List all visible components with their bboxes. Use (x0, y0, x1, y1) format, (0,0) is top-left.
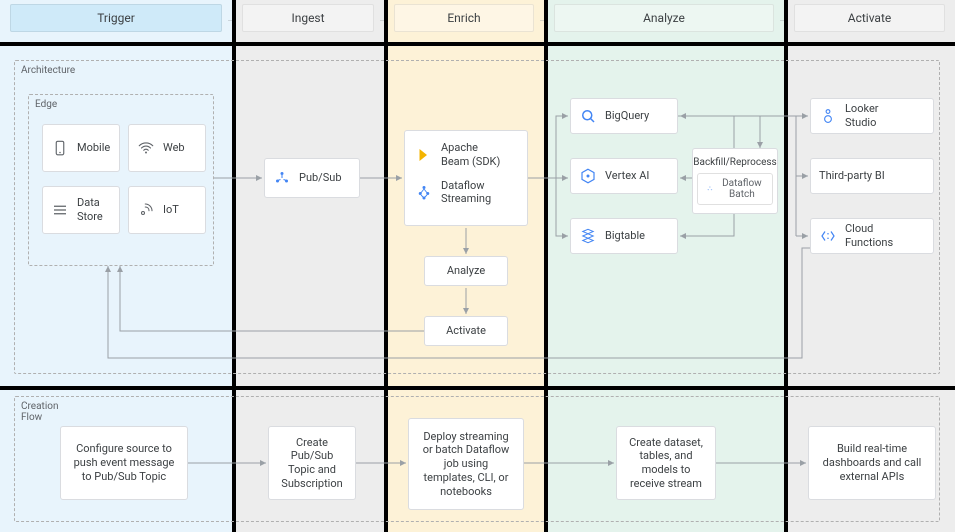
flow-activate: Build real-time dashboards and call exte… (808, 426, 936, 500)
flow-trigger: Configure source to push event message t… (60, 426, 188, 500)
node-analyze: Analyze (424, 256, 508, 286)
apache-beam-icon (415, 146, 433, 164)
node-bigquery: BigQuery (570, 98, 678, 134)
divider-h2 (0, 386, 955, 390)
flow-enrich-label: Deploy streaming or batch Dataflow job u… (419, 430, 513, 499)
activate-label: Activate (446, 324, 486, 338)
stage-ingest: Ingest (242, 4, 374, 32)
iot-icon (137, 201, 155, 219)
node-bigtable: Bigtable (570, 218, 678, 254)
bigtable-label: Bigtable (605, 229, 645, 243)
cloud-functions-icon (819, 227, 837, 245)
edge-iot-label: IoT (163, 203, 179, 217)
stage-label: Ingest (291, 11, 324, 25)
node-enrich-stack: Apache Beam (SDK) Dataflow Streaming (404, 130, 528, 226)
stage-label: Trigger (97, 11, 135, 25)
sub-dataflow-batch: Dataflow Batch (697, 173, 773, 205)
dataflow-batch-label: Dataflow Batch (720, 178, 764, 200)
datastore-icon (51, 201, 69, 219)
stage-label: Activate (848, 11, 892, 25)
pubsub-icon (273, 169, 291, 187)
node-pubsub-label: Pub/Sub (299, 171, 342, 185)
flow-analyze-label: Create dataset, tables, and models to re… (627, 436, 705, 491)
stage-label: Enrich (447, 11, 480, 25)
edge-iot: IoT (128, 186, 206, 234)
edge-mobile: Mobile (42, 124, 120, 172)
backfill-label: Backfill/Reprocess (693, 157, 776, 170)
node-thirdparty-bi: Third-party BI (810, 158, 934, 194)
node-vertex: Vertex AI (570, 158, 678, 194)
analyze-label: Analyze (447, 264, 485, 278)
panel-label-edge: Edge (35, 99, 57, 110)
flow-ingest-label: Create Pub/Sub Topic and Subscription (279, 436, 345, 491)
looker-label: Looker Studio (845, 102, 879, 130)
dataflow-icon (415, 183, 433, 201)
node-looker: Looker Studio (810, 98, 934, 134)
dataflow-batch-icon (706, 183, 714, 195)
node-pubsub: Pub/Sub (264, 158, 360, 198)
edge-web: Web (128, 124, 206, 172)
bigquery-label: BigQuery (605, 109, 649, 123)
bigquery-icon (579, 107, 597, 125)
looker-icon (819, 107, 837, 125)
mobile-icon (51, 139, 69, 157)
stage-analyze: Analyze (554, 4, 774, 32)
panel-edge: Edge (28, 94, 214, 266)
wifi-icon (137, 139, 155, 157)
panel-label-architecture: Architecture (21, 65, 75, 76)
panel-label-creation-flow: Creation Flow (21, 401, 58, 423)
vertex-ai-icon (579, 167, 597, 185)
node-activate: Activate (424, 316, 508, 346)
stage-activate: Activate (794, 4, 945, 32)
divider-h1 (0, 42, 955, 46)
edge-web-label: Web (163, 141, 185, 155)
beam-label: Apache Beam (SDK) (441, 141, 500, 169)
cloudfn-label: Cloud Functions (845, 222, 893, 250)
flow-trigger-label: Configure source to push event message t… (71, 442, 177, 483)
node-cloud-functions: Cloud Functions (810, 218, 934, 254)
bigtable-icon (579, 227, 597, 245)
flow-ingest: Create Pub/Sub Topic and Subscription (268, 426, 356, 500)
flow-analyze: Create dataset, tables, and models to re… (616, 426, 716, 500)
vertex-label: Vertex AI (605, 169, 649, 183)
edge-datastore-label: Data Store (77, 196, 103, 224)
node-backfill: Backfill/Reprocess Dataflow Batch (692, 148, 778, 214)
stage-trigger: Trigger (10, 4, 222, 32)
edge-mobile-label: Mobile (77, 141, 110, 155)
stage-label: Analyze (643, 11, 685, 25)
thirdparty-label: Third-party BI (819, 169, 885, 183)
flow-enrich: Deploy streaming or batch Dataflow job u… (408, 418, 524, 510)
dataflow-streaming-label: Dataflow Streaming (441, 179, 491, 207)
stage-enrich: Enrich (394, 4, 534, 32)
flow-activate-label: Build real-time dashboards and call exte… (819, 442, 925, 483)
edge-datastore: Data Store (42, 186, 120, 234)
